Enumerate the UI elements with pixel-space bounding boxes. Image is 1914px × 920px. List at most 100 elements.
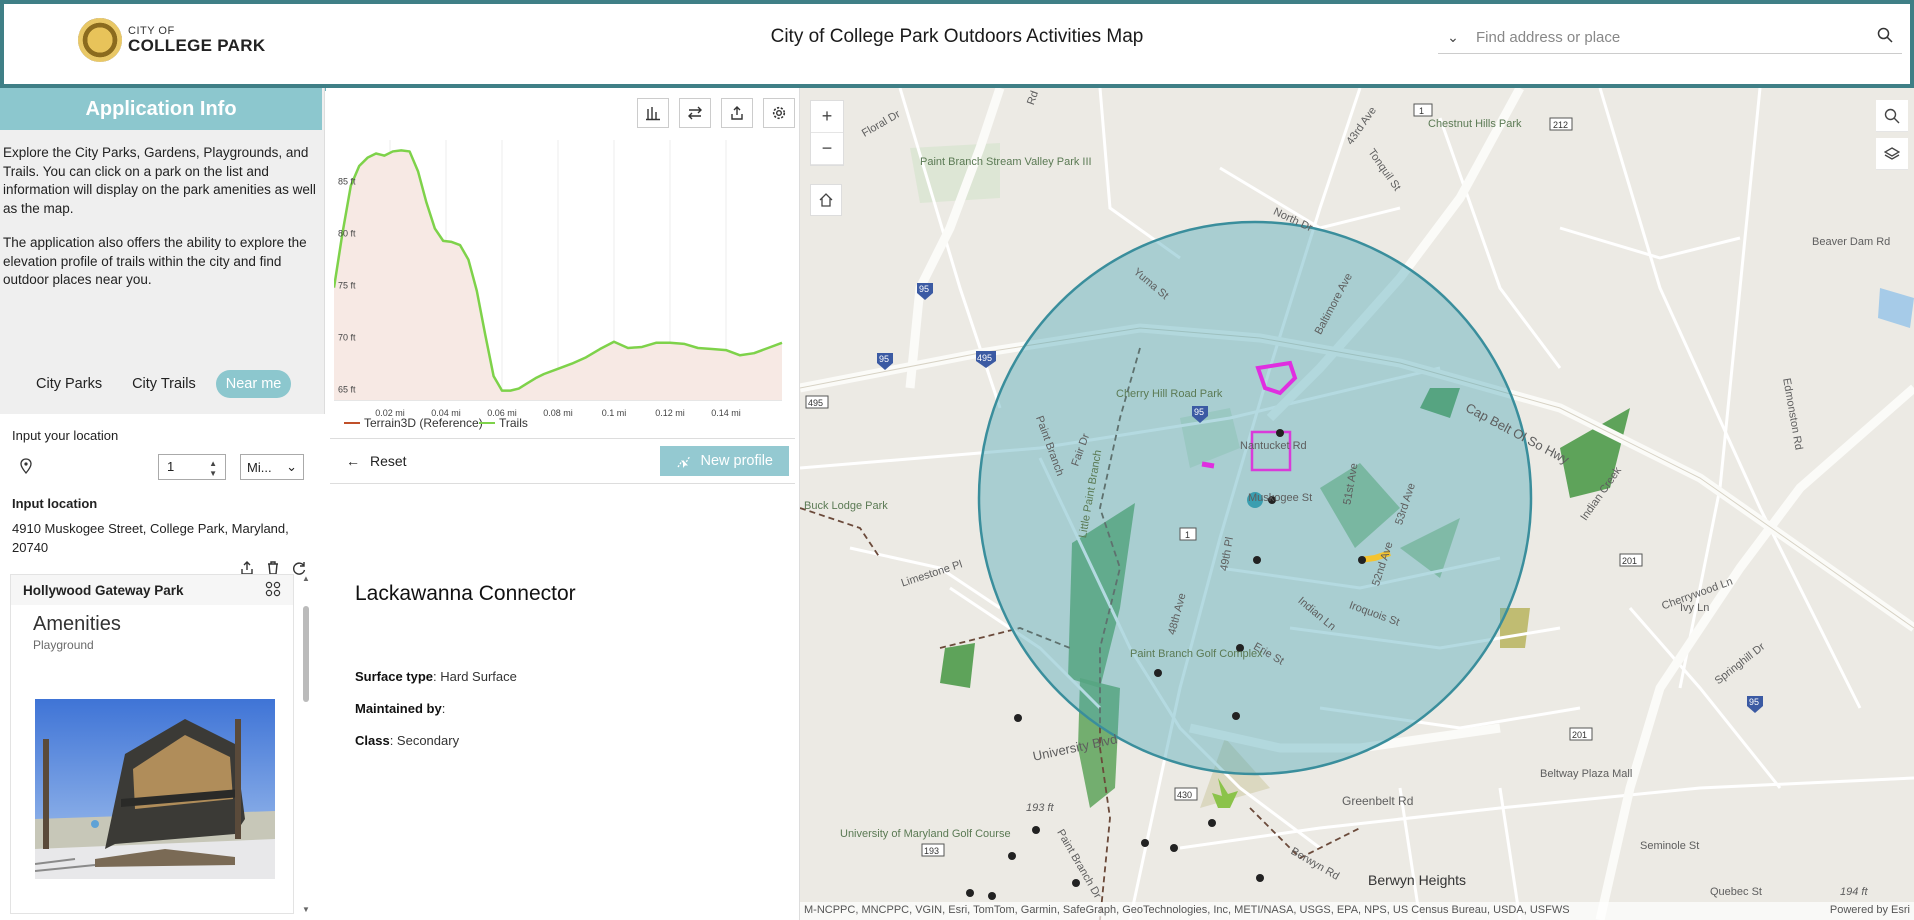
layer-list-button[interactable] [1876,138,1908,170]
map-search-button[interactable] [1876,100,1908,132]
input-location-block: Input location 4910 Muskogee Street, Col… [12,494,313,557]
attr-value: : Secondary [389,733,460,748]
map-label: Paint Branch Stream Valley Park III [920,156,1092,168]
grid-view-icon[interactable] [265,581,281,600]
zoom-controls: + − [810,100,844,166]
svg-text:1: 1 [1419,106,1424,116]
search-icon[interactable] [1868,27,1902,48]
attr-label: Class [355,733,390,748]
powered-by-esri[interactable]: Powered by Esri [1830,904,1910,918]
y-tick-label: 85 ft [338,177,356,187]
view-tabs: City Parks City Trails Near me [26,370,292,398]
attribution-text: M-NCPPC, MNCPPC, VGIN, Esri, TomTom, Gar… [804,904,1570,916]
new-profile-icon [677,455,692,468]
input-location-address: 4910 Muskogee Street, College Park, Mary… [12,521,289,555]
arrow-left-icon: ← [346,453,360,469]
svg-text:95: 95 [879,354,889,364]
map-label: Beaver Dam Rd [1812,236,1891,248]
svg-text:1: 1 [1185,530,1190,540]
svg-text:95: 95 [919,284,929,294]
map-attribution: M-NCPPC, MNCPPC, VGIN, Esri, TomTom, Gar… [800,902,1914,920]
search-icon [1884,108,1900,123]
map-label: Cherry Hill Road Park [1116,388,1223,400]
attr-label: Surface type [355,669,434,684]
tab-near-me[interactable]: Near me [215,370,292,398]
zoom-out-button[interactable]: − [811,133,843,165]
park-photo[interactable] [35,699,275,879]
map-label: Quebec St [1710,886,1762,898]
statistics-button[interactable] [637,98,669,128]
map-label: Chestnut Hills Park [1428,118,1522,130]
svg-text:212: 212 [1553,120,1568,130]
scrollbar-thumb[interactable] [303,606,309,702]
distance-stepper-icon[interactable]: ▲ ▼ [209,459,217,478]
home-button[interactable] [810,184,842,216]
chevron-down-icon: ⌄ [286,459,297,474]
app-info-paragraph-1: Explore the City Parks, Gardens, Playgro… [3,145,316,216]
input-location-label: Input your location [12,428,119,443]
trail-name: Lackawanna Connector [355,582,576,605]
chart-toolbar [637,98,795,128]
park-name: Hollywood Gateway Park [23,582,184,598]
new-profile-label: New profile [700,453,773,469]
app-info-text: Explore the City Parks, Gardens, Playgro… [0,130,324,290]
results-scrollbar[interactable]: ▲ ▼ [301,574,311,914]
x-tick-label: 0.12 mi [655,408,685,418]
park-card-header: Hollywood Gateway Park [11,575,293,605]
search-widget: ⌄ [1438,22,1902,54]
svg-text:201: 201 [1622,556,1637,566]
x-tick-label: 0.1 mi [602,408,627,418]
map-label: Beltway Plaza Mall [1540,768,1633,780]
distance-value: 1 [167,459,175,474]
reset-label: Reset [370,453,407,469]
svg-text:95: 95 [1194,407,1204,417]
elevation-profile-panel: 65 ft 70 ft 75 ft 80 ft 85 ft 0.02 mi 0.04 mi 0… [326,88,800,920]
flip-profile-button[interactable] [679,98,711,128]
zoom-in-button[interactable]: + [811,101,843,133]
distance-unit-value: Mi... [247,459,272,475]
amenities-title: Amenities [33,613,121,635]
map-label: University of Maryland Golf Course [840,828,1011,840]
attr-surface-type: Surface type: Hard Surface [355,669,517,684]
distance-input[interactable]: 1 ▲ ▼ [158,454,226,480]
amenity-type: Playground [33,638,94,652]
legend-label-terrain: Terrain3D (Reference) [364,416,483,430]
map-label: 193 ft [1026,802,1054,814]
svg-text:201: 201 [1572,730,1587,740]
elevation-chart[interactable]: 65 ft70 ft75 ft80 ft85 ft0.02 mi 0.04 mi 0… [334,134,794,434]
svg-text:495: 495 [808,398,823,408]
scroll-up-icon[interactable]: ▲ [302,574,310,583]
scroll-down-icon[interactable]: ▼ [302,905,310,914]
profile-actions: ← Reset New profile [330,438,795,484]
app-header: CITY OF COLLEGE PARK City of College Par… [0,0,1914,91]
map-label: Greenbelt Rd [1342,794,1414,808]
svg-text:95: 95 [1749,697,1759,707]
export-button[interactable] [721,98,753,128]
map-label: Ivy Ln [1680,602,1710,614]
search-input[interactable] [1468,29,1868,46]
location-pin-icon[interactable] [20,458,32,477]
distance-unit-select[interactable]: Mi... ⌄ [240,454,304,480]
park-result-card[interactable]: Hollywood Gateway Park Amenities Playgro… [10,574,294,914]
attr-label: Maintained by [355,701,442,716]
map-view[interactable]: 1 212 1 430 193 201 201 495 95 95 495 95… [800,88,1914,920]
app-info-paragraph-2: The application also offers the ability … [3,235,307,287]
y-tick-label: 75 ft [338,281,356,291]
attr-value: : Hard Surface [433,669,517,684]
app-info-title: Application Info [0,88,322,130]
attr-value: : [441,701,446,716]
map-label: Seminole St [1640,840,1700,852]
tab-city-parks[interactable]: City Parks [26,370,112,398]
tab-city-trails[interactable]: City Trails [122,370,206,398]
svg-text:193: 193 [924,846,939,856]
reset-button[interactable]: ← Reset [346,453,407,469]
home-icon [819,193,833,207]
y-tick-label: 65 ft [338,385,356,395]
legend-label-trails: Trails [499,416,528,430]
search-source-chevron-icon[interactable]: ⌄ [1438,29,1468,46]
attr-class: Class: Secondary [355,733,459,748]
layers-icon [1884,146,1900,160]
map-label: Berwyn Heights [1368,872,1467,888]
new-profile-button[interactable]: New profile [660,446,789,476]
settings-button[interactable] [763,98,795,128]
